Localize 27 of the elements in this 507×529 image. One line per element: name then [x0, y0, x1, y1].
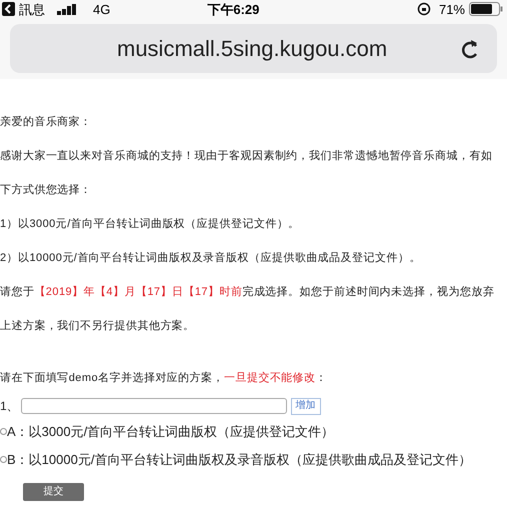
rotation-lock-icon [416, 2, 431, 16]
signal-icon [57, 4, 77, 14]
option-label[interactable]: A：以3000元/首向平台转让词曲版权（应提供登记文件） [7, 422, 334, 442]
add-button[interactable]: 增加 [290, 398, 321, 414]
notice-text: 2）以10000元/首向平台转让词曲版权及录音版权（应提供歌曲成品及登记文件）。 [0, 250, 421, 266]
radio-button[interactable] [0, 428, 7, 436]
radio-button[interactable] [0, 456, 7, 463]
submit-button[interactable]: 提交 [23, 483, 84, 501]
address-bar[interactable]: musicmall.5sing.kugou.com [10, 24, 497, 73]
network-label: 4G [93, 2, 110, 16]
demo-name-field[interactable] [20, 398, 287, 414]
notice-text: 请您于【2019】年【4】月【17】日【17】时前完成选择。如您于前述时间内未选择，视为您放弃 [0, 284, 494, 300]
clock: 下午6:29 [207, 2, 260, 16]
notice-text: 亲爱的音乐商家： [0, 114, 92, 130]
back-icon[interactable] [2, 2, 15, 16]
battery-icon [469, 2, 503, 16]
back-app-label[interactable]: 訊息 [19, 2, 45, 16]
notice-text: 感谢大家一直以来对音乐商城的支持！现由于客观因素制约，我们非常遗憾地暂停音乐商城，有如 [0, 148, 492, 164]
battery-percent: 71% [438, 2, 465, 16]
option-label[interactable]: B：以10000元/首向平台转让词曲版权及录音版权（应提供歌曲成品及登记文件） [7, 450, 472, 469]
instruction-text: 请在下面填写demo名字并选择对应的方案，一旦提交不能修改： [0, 370, 328, 386]
notice-text: 下方式供您选择： [0, 182, 92, 198]
row-number: 1、 [0, 398, 19, 415]
notice-text: 1）以3000元/首向平台转让词曲版权（应提供登记文件）。 [0, 216, 300, 232]
reload-icon[interactable] [460, 38, 480, 60]
url-text: musicmall.5sing.kugou.com [117, 35, 388, 63]
notice-text: 上述方案，我们不另行提供其他方案。 [0, 318, 195, 334]
